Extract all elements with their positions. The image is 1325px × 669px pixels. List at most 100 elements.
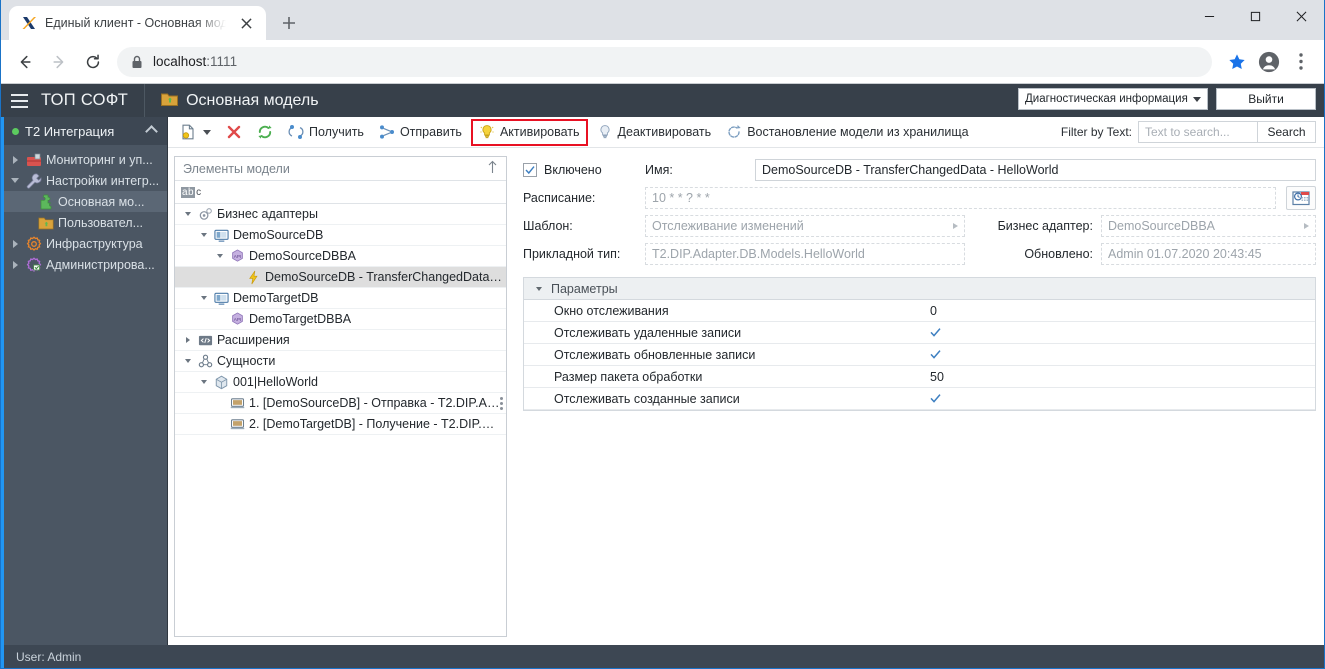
collapse-toggle-icon[interactable] bbox=[532, 286, 545, 291]
parameter-value-cell[interactable] bbox=[924, 349, 1315, 360]
forward-icon[interactable] bbox=[43, 46, 75, 78]
tree-node-5[interactable]: DemoTargetDB bbox=[175, 288, 506, 309]
parameter-value-cell[interactable]: 0 bbox=[924, 304, 1315, 318]
sidebar-item-1[interactable]: Мониторинг и уп... bbox=[4, 149, 167, 170]
expand-toggle-icon[interactable] bbox=[181, 337, 194, 343]
expand-toggle-icon[interactable] bbox=[8, 178, 22, 183]
app-body: Т2 Интеграция Мониторинг и уп... Настройк… bbox=[1, 117, 1324, 645]
lightbulb-on-icon bbox=[479, 124, 495, 140]
tree-node-label: DemoTargetDBBA bbox=[249, 312, 352, 326]
template-label: Шаблон: bbox=[523, 219, 573, 233]
minimize-icon[interactable] bbox=[1186, 0, 1232, 32]
tree-node-11[interactable]: 2. [DemoTargetDB] - Получение - T2.DIP.A… bbox=[175, 414, 506, 435]
search-button[interactable]: Search bbox=[1258, 121, 1316, 143]
new-tab-button[interactable] bbox=[274, 8, 304, 38]
parameters-header[interactable]: Параметры bbox=[524, 278, 1315, 300]
tab-close-icon[interactable] bbox=[236, 12, 258, 34]
parameter-value-cell[interactable] bbox=[924, 327, 1315, 338]
close-icon[interactable] bbox=[1278, 0, 1324, 32]
parameter-row-1[interactable]: Окно отслеживания 0 bbox=[524, 300, 1315, 322]
tree-node-label: DemoTargetDB bbox=[233, 291, 319, 305]
browser-tab[interactable]: Единый клиент - Основная мод bbox=[9, 6, 266, 40]
page-title: Основная модель bbox=[186, 91, 319, 109]
sidebar-item-4[interactable]: Пользовател... bbox=[4, 212, 167, 233]
exit-button[interactable]: Выйти bbox=[1216, 88, 1316, 110]
parameter-row-4[interactable]: Размер пакета обработки 50 bbox=[524, 366, 1315, 388]
expand-toggle-icon[interactable] bbox=[181, 359, 194, 363]
toolbar-button-1[interactable] bbox=[174, 120, 217, 145]
toolbar-button-2[interactable] bbox=[220, 120, 248, 145]
toolbar-button-5[interactable]: Отправить bbox=[373, 120, 468, 145]
toolbar-button-3[interactable] bbox=[251, 120, 279, 145]
tree-node-1[interactable]: Бизнес адаптеры bbox=[175, 204, 506, 225]
tree-node-2[interactable]: DemoSourceDB bbox=[175, 225, 506, 246]
model-tree-filter[interactable]: ab c bbox=[175, 181, 506, 204]
enabled-checkbox[interactable] bbox=[523, 163, 537, 177]
toolbar-button-8[interactable]: Востановление модели из хранилища bbox=[720, 120, 974, 145]
expand-toggle-icon[interactable] bbox=[197, 380, 210, 384]
sort-asc-icon[interactable] bbox=[487, 160, 498, 177]
schedule-picker-icon[interactable] bbox=[1286, 186, 1316, 210]
toolbar-button-6[interactable]: Активировать bbox=[470, 118, 588, 146]
expand-toggle-icon[interactable] bbox=[197, 296, 210, 300]
enabled-checkbox-group[interactable]: Включено bbox=[523, 163, 645, 177]
chevron-right-icon bbox=[1304, 223, 1309, 229]
sidebar-header[interactable]: Т2 Интеграция bbox=[4, 117, 167, 145]
maximize-icon[interactable] bbox=[1232, 0, 1278, 32]
url-bar[interactable]: localhost:1111 bbox=[117, 46, 1212, 77]
search-input[interactable]: Text to search... bbox=[1138, 121, 1258, 143]
parameter-value-cell[interactable]: 50 bbox=[924, 370, 1315, 384]
sidebar-item-3[interactable]: Основная мо... bbox=[4, 191, 167, 212]
sidebar-item-6[interactable]: Администрирова... bbox=[4, 254, 167, 275]
parameter-row-2[interactable]: Отслеживать удаленные записи bbox=[524, 322, 1315, 344]
row-menu-icon[interactable] bbox=[500, 396, 503, 410]
toolbar-button-label: Деактивировать bbox=[617, 125, 712, 139]
tree-node-10[interactable]: 1. [DemoSourceDB] - Отправка - T2.DIP.Ad… bbox=[175, 393, 506, 414]
diagnostic-select[interactable]: Диагностическая информация bbox=[1018, 88, 1208, 110]
expand-toggle-icon[interactable] bbox=[8, 155, 22, 164]
adapter-field[interactable]: DemoSourceDBBA bbox=[1101, 215, 1316, 237]
expand-toggle-icon[interactable] bbox=[213, 254, 226, 258]
chevron-up-icon[interactable] bbox=[145, 124, 158, 138]
tree-node-9[interactable]: 001|HelloWorld bbox=[175, 372, 506, 393]
tree-node-3[interactable]: API DemoSourceDBBA bbox=[175, 246, 506, 267]
sidebar-item-5[interactable]: Инфраструктура bbox=[4, 233, 167, 254]
tree-node-6[interactable]: API DemoTargetDBBA bbox=[175, 309, 506, 330]
back-icon[interactable] bbox=[9, 46, 41, 78]
chevron-down-icon[interactable] bbox=[203, 129, 211, 135]
toolbar-button-7[interactable]: Деактивировать bbox=[591, 120, 718, 145]
sidebar-item-2[interactable]: Настройки интегр... bbox=[4, 170, 167, 191]
form-row-schedule: Расписание: 10 * * ? * * bbox=[523, 184, 1316, 212]
parameter-value-cell[interactable] bbox=[924, 393, 1315, 404]
name-field[interactable]: DemoSourceDB - TransferChangedData - Hel… bbox=[755, 159, 1316, 181]
tree-node-8[interactable]: Сущности bbox=[175, 351, 506, 372]
bookmark-star-icon[interactable] bbox=[1222, 47, 1252, 77]
lock-icon bbox=[131, 55, 143, 69]
tree-node-label: DemoSourceDB bbox=[233, 228, 324, 242]
status-dot-icon bbox=[12, 127, 19, 135]
apptype-field[interactable]: T2.DIP.Adapter.DB.Models.HelloWorld bbox=[645, 243, 965, 265]
adapter-value: DemoSourceDBBA bbox=[1108, 219, 1215, 233]
expand-toggle-icon[interactable] bbox=[181, 212, 194, 216]
expand-toggle-icon[interactable] bbox=[8, 260, 22, 269]
parameter-name: Окно отслеживания bbox=[554, 303, 669, 318]
expand-toggle-icon[interactable] bbox=[8, 239, 22, 248]
tree-node-4[interactable]: DemoSourceDB - TransferChangedData - Hel… bbox=[175, 267, 506, 288]
expand-toggle-icon[interactable] bbox=[197, 233, 210, 237]
header-actions: Диагностическая информация Выйти bbox=[1018, 88, 1316, 110]
profile-avatar[interactable] bbox=[1254, 47, 1284, 77]
db-icon bbox=[230, 417, 245, 432]
toolbar-button-4[interactable]: Получить bbox=[282, 120, 370, 145]
action-toolbar: Получить Отправить Активировать Деактивиров… bbox=[168, 117, 1324, 148]
browser-window: Единый клиент - Основная мод localhost:1… bbox=[0, 0, 1325, 669]
parameter-row-3[interactable]: Отслеживать обновленные записи bbox=[524, 344, 1315, 366]
browser-menu-icon[interactable] bbox=[1286, 47, 1316, 77]
schedule-field[interactable]: 10 * * ? * * bbox=[645, 187, 1276, 209]
hamburger-menu-icon[interactable] bbox=[1, 84, 37, 117]
tree-node-7[interactable]: Расширения bbox=[175, 330, 506, 351]
reload-icon[interactable] bbox=[77, 46, 109, 78]
updated-field[interactable]: Admin 01.07.2020 20:43:45 bbox=[1101, 243, 1316, 265]
parameter-row-5[interactable]: Отслеживать созданные записи bbox=[524, 388, 1315, 410]
template-field[interactable]: Отслеживание изменений bbox=[645, 215, 965, 237]
tree-node-label: Бизнес адаптеры bbox=[217, 207, 318, 221]
